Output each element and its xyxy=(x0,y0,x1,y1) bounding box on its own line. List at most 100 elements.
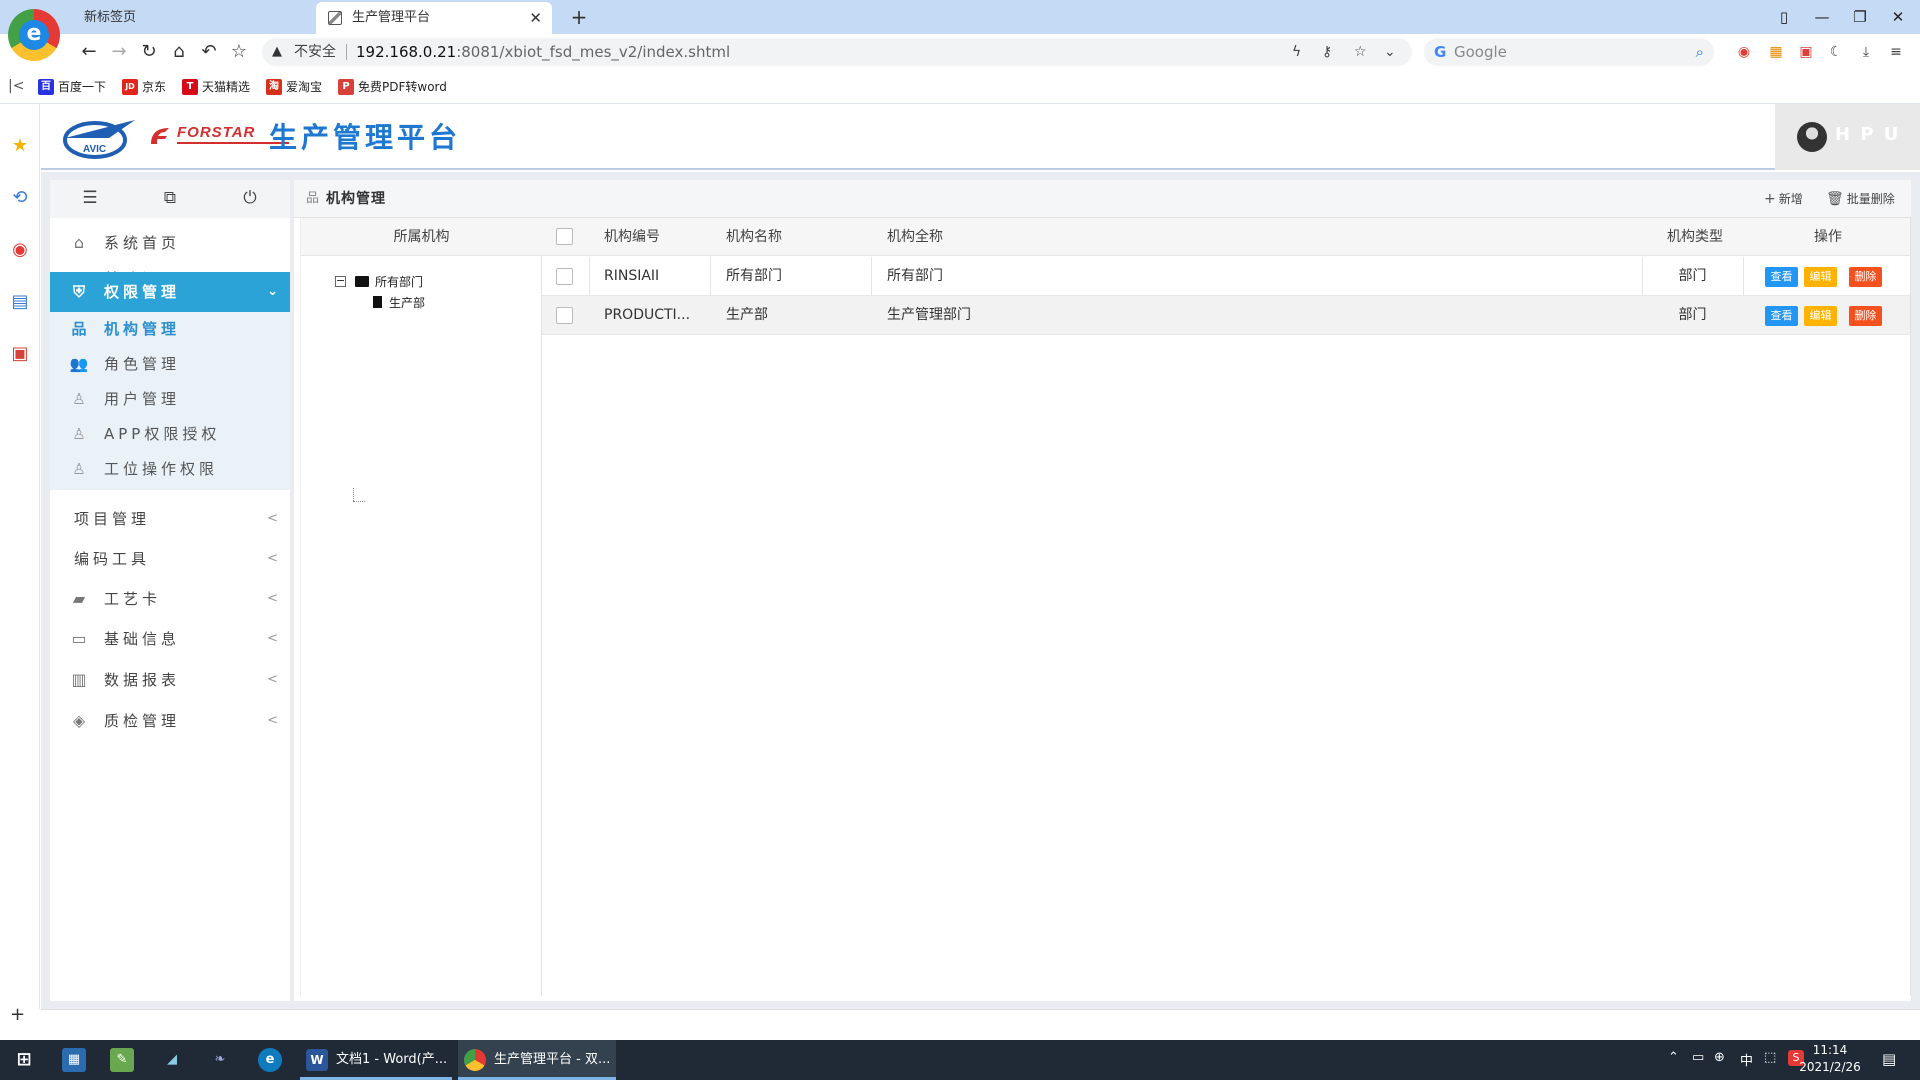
add-sidebar-icon[interactable]: + xyxy=(10,1004,25,1025)
restore-button[interactable]: ❐ xyxy=(1840,4,1880,30)
chevron-up-icon[interactable]: ⌃ xyxy=(1668,1050,1679,1065)
sidebar-toggle-icon[interactable]: |< xyxy=(8,78,24,94)
battery-icon[interactable]: ▭ xyxy=(1692,1050,1704,1065)
column-header-code[interactable]: 机构编号 xyxy=(604,218,660,256)
row-checkbox[interactable] xyxy=(556,268,573,285)
pdf-tool-icon[interactable]: ▣ xyxy=(8,342,32,366)
weibo-icon[interactable]: ◉ xyxy=(8,238,32,262)
batch-delete-button[interactable]: 🗑 批量删除 xyxy=(1826,180,1895,218)
table-row[interactable]: RINSIAII 所有部门 所有部门 部门 查看 编辑 删除 xyxy=(542,257,1910,296)
delete-button[interactable]: 删除 xyxy=(1849,306,1882,326)
column-header-fullname[interactable]: 机构全称 xyxy=(887,218,943,256)
menu-item-coding-tools[interactable]: 编码工具 < xyxy=(50,540,290,578)
search-icon[interactable]: ⌕ xyxy=(1696,38,1704,66)
avatar[interactable] xyxy=(1797,122,1827,152)
forward-arrow-icon[interactable]: → xyxy=(106,39,132,65)
collapse-icon[interactable]: − xyxy=(335,275,346,287)
indent-toggle-icon[interactable]: ☰ xyxy=(78,188,102,210)
tab-new-tab[interactable]: 新标签页 xyxy=(70,2,310,34)
delete-button[interactable]: 删除 xyxy=(1849,267,1882,287)
menu-item-label: 系统首页 xyxy=(104,234,181,252)
minimize-button[interactable]: — xyxy=(1802,4,1842,30)
close-window-button[interactable]: ✕ xyxy=(1878,4,1918,30)
tree-node-all-departments[interactable]: − 所有部门 xyxy=(335,273,455,291)
book-icon[interactable]: ⧉ xyxy=(158,188,182,210)
back-arrow-icon[interactable]: ← xyxy=(76,39,102,65)
cell-type: 部门 xyxy=(1678,268,1707,284)
browser-logo-icon[interactable] xyxy=(8,9,60,61)
pdf-extension-icon[interactable]: ▣ xyxy=(1796,42,1816,62)
key-icon[interactable]: ⚷ xyxy=(1322,38,1332,66)
column-header-type[interactable]: 机构类型 xyxy=(1667,218,1723,256)
ime-indicator[interactable]: 中 xyxy=(1740,1050,1753,1069)
add-button[interactable]: + 新增 xyxy=(1764,180,1803,218)
bookmark-baidu[interactable]: 百百度一下 xyxy=(38,78,106,96)
chevron-down-icon[interactable]: ⌄ xyxy=(1384,38,1396,66)
media-app-icon[interactable]: ◢ xyxy=(160,1048,184,1072)
tree-header: 所属机构 xyxy=(301,218,542,256)
taskbar-app-browser[interactable]: 生产管理平台 - 双... xyxy=(458,1040,616,1080)
menu-icon[interactable]: ≡ xyxy=(1886,42,1906,62)
menu-item-project-management[interactable]: 项目管理 < xyxy=(50,500,290,538)
menu-item-process-card[interactable]: ▰ 工艺卡 < xyxy=(50,580,290,618)
lightning-icon[interactable]: ϟ xyxy=(1292,38,1301,66)
column-header-name[interactable]: 机构名称 xyxy=(726,218,782,256)
submenu-item-user-management[interactable]: ♙ 用户管理 xyxy=(50,382,290,417)
menu-item-home[interactable]: ⌂ 系统首页 xyxy=(50,224,290,262)
submenu-item-org-management[interactable]: 品 机构管理 xyxy=(50,312,290,347)
power-icon[interactable]: ⏻ xyxy=(238,188,262,210)
undo-icon[interactable]: ↶ xyxy=(196,39,222,65)
address-bar[interactable]: ▲ 不安全 192.168.0.21:8081/xbiot_fsd_mes_v2… xyxy=(262,38,1412,66)
view-button[interactable]: 查看 xyxy=(1765,267,1798,287)
window-mode-icon[interactable]: ▯ xyxy=(1764,4,1804,30)
menu-item-basic-info[interactable]: ▭ 基础信息 < xyxy=(50,620,290,658)
edge-browser-icon[interactable]: e xyxy=(258,1048,282,1072)
select-all-checkbox[interactable] xyxy=(556,228,573,245)
menu-item-data-reports[interactable]: ▥ 数据报表 < xyxy=(50,661,290,699)
home-icon[interactable]: ⌂ xyxy=(166,39,192,65)
history-icon[interactable]: ⟲ xyxy=(8,186,32,210)
org-table: 机构编号 机构名称 机构全称 机构类型 操作 RINSIAII 所有部门 所有部… xyxy=(542,218,1911,996)
app-launcher-icon[interactable]: ▦ xyxy=(62,1048,86,1072)
table-row[interactable]: PRODUCTI... 生产部 生产管理部门 部门 查看 编辑 删除 xyxy=(542,296,1910,335)
submenu-item-app-permission[interactable]: ♙ APP权限授权 xyxy=(50,417,290,452)
new-tab-button[interactable]: + xyxy=(566,4,592,30)
weibo-extension-icon[interactable]: ◉ xyxy=(1734,42,1754,62)
bookmark-jd[interactable]: JD 京东 xyxy=(122,78,166,96)
taskbar-app-word[interactable]: W 文档1 - Word(产... xyxy=(300,1040,452,1080)
user-panel[interactable]: H P U xyxy=(1775,104,1920,170)
cell-name: 生产部 xyxy=(726,307,768,323)
edit-button[interactable]: 编辑 xyxy=(1804,267,1837,287)
windows-start-icon[interactable]: ⊞ xyxy=(12,1048,36,1072)
edit-button[interactable]: 编辑 xyxy=(1804,306,1837,326)
tab-production-platform[interactable]: 生产管理平台 ✕ xyxy=(316,2,552,34)
search-box[interactable]: G Google ⌕ xyxy=(1424,38,1714,66)
dark-mode-moon-icon[interactable]: ☾ xyxy=(1826,42,1846,62)
bookmark-tmall[interactable]: T 天猫精选 xyxy=(182,78,250,96)
submenu-item-role-management[interactable]: 👥 角色管理 xyxy=(50,347,290,382)
bookmark-aitaobao[interactable]: 淘爱淘宝 xyxy=(266,78,322,96)
favorite-star-icon[interactable]: ☆ xyxy=(226,39,252,65)
menu-item-quality-inspection[interactable]: ◈ 质检管理 < xyxy=(50,702,290,740)
close-tab-icon[interactable]: ✕ xyxy=(529,2,542,34)
download-icon[interactable]: ⤓ xyxy=(1856,42,1876,62)
row-checkbox[interactable] xyxy=(556,307,573,324)
input-tool-icon[interactable]: ⬚ xyxy=(1764,1050,1776,1065)
system-clock[interactable]: 11:14 2021/2/26 xyxy=(1790,1042,1870,1076)
favorites-star-icon[interactable]: ★ xyxy=(8,134,32,158)
user-name[interactable]: H P U xyxy=(1835,124,1900,145)
notification-icon[interactable]: ▤ xyxy=(1882,1050,1896,1068)
bookmark-pdf2word[interactable]: P 免费PDF转word xyxy=(338,78,447,96)
network-globe-icon[interactable]: ⊕ xyxy=(1714,1050,1725,1065)
bookmark-star-icon[interactable]: ☆ xyxy=(1354,38,1367,66)
view-button[interactable]: 查看 xyxy=(1765,306,1798,326)
submenu-item-station-permission[interactable]: ♙ 工位操作权限 xyxy=(50,452,290,487)
menu-item-permissions[interactable]: ⛨ 权限管理 ⌄ xyxy=(50,272,290,312)
feather-app-icon[interactable]: ❧ xyxy=(208,1048,232,1072)
apps-grid-icon[interactable]: ▦ xyxy=(1766,42,1786,62)
tree-node-production[interactable]: 生产部 xyxy=(355,294,455,312)
notepad-icon[interactable]: ✎ xyxy=(110,1048,134,1072)
menu-item-label: 质检管理 xyxy=(104,712,181,730)
window-icon[interactable]: ▤ xyxy=(8,290,32,314)
reload-icon[interactable]: ↻ xyxy=(136,39,162,65)
